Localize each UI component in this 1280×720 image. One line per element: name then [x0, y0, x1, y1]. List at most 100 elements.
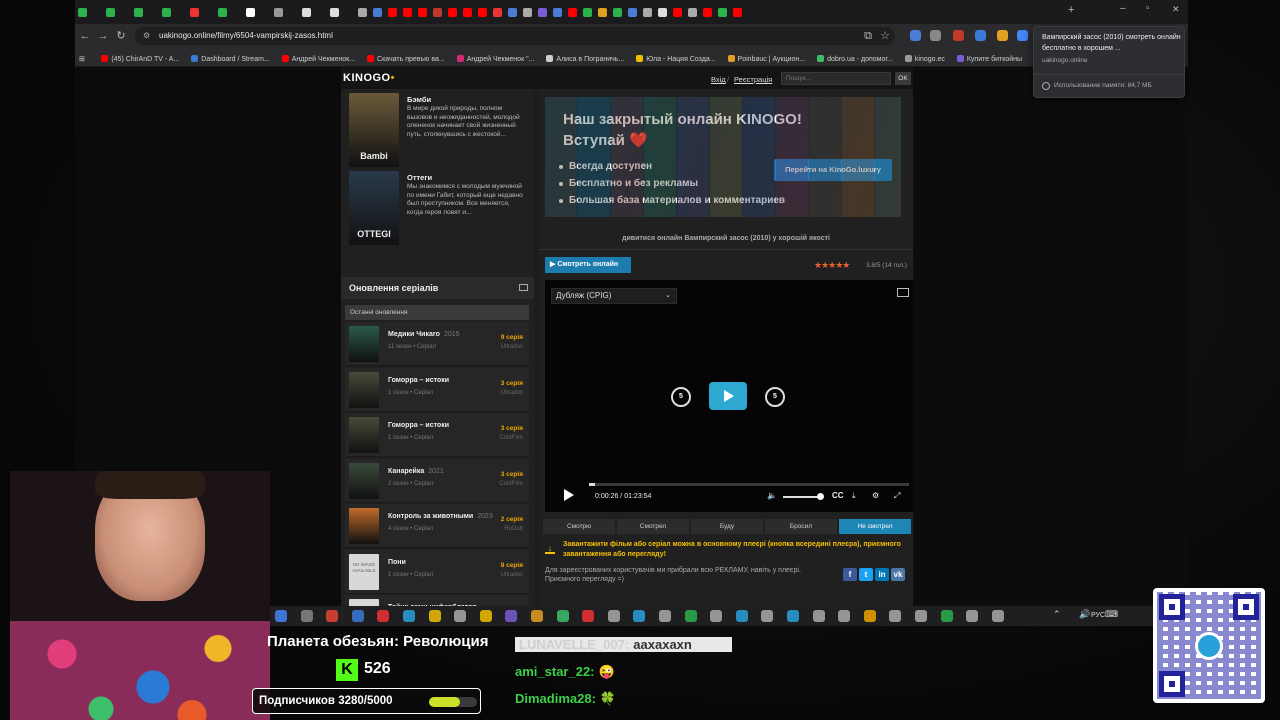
close-window-icon[interactable]: ✕ — [1172, 4, 1180, 15]
watch-status-button[interactable]: Бросил — [765, 519, 837, 534]
browser-tab-icon[interactable] — [733, 8, 742, 17]
featured-movie-card[interactable]: OTTEGI Оттеги Мы знакомимся с молодым мужч… — [349, 171, 529, 247]
taskbar-app-icon[interactable] — [966, 610, 979, 622]
extension-icon[interactable] — [997, 30, 1008, 41]
series-row[interactable]: NO IMAGE AVAILABLE Пони 1 сезон • Серіал 8 … — [345, 549, 529, 594]
browser-tab-icon[interactable] — [523, 8, 532, 17]
bookmark-item[interactable]: Алиса в Пограничь... — [546, 50, 624, 66]
back-icon[interactable]: ← — [77, 28, 93, 44]
taskbar-app-icon[interactable] — [479, 610, 492, 622]
login-link[interactable]: Вхід — [711, 75, 726, 84]
extension-icon[interactable] — [910, 30, 921, 41]
share-vk-icon[interactable]: vk — [891, 568, 905, 581]
series-name[interactable]: Канарейка 2021 — [388, 468, 444, 475]
browser-tab-icon[interactable] — [330, 8, 339, 17]
taskbar-app-icon[interactable] — [351, 610, 364, 622]
bookmark-item[interactable]: dobro.ua - допомог... — [817, 50, 893, 66]
series-name[interactable]: Гоморра – истоки — [388, 377, 449, 384]
maximize-icon[interactable]: ▫ — [1146, 3, 1150, 14]
series-row[interactable]: Гоморра – истоки 1 сезон • Серіал 3 серія U… — [345, 367, 529, 412]
watch-status-button[interactable]: Буду — [691, 519, 763, 534]
bookmark-item[interactable]: Dashboard / Stream... — [191, 50, 270, 66]
watch-online-button[interactable]: ▶ Смотреть онлайн — [545, 257, 631, 273]
taskbar-app-icon[interactable] — [275, 610, 287, 622]
series-poster[interactable] — [349, 508, 379, 544]
browser-tab-icon[interactable] — [628, 8, 637, 17]
bookmark-item[interactable]: kinogo.ec — [904, 50, 945, 66]
series-poster[interactable]: NO IMAGE AVAILABLE — [349, 599, 379, 606]
tray-volume-icon[interactable]: 🔊 — [1079, 609, 1090, 620]
taskbar-app-icon[interactable] — [403, 610, 415, 622]
tray-expand-icon[interactable]: ⌃ — [1053, 609, 1061, 620]
series-poster[interactable] — [349, 371, 379, 408]
share-in-icon[interactable]: in — [875, 568, 889, 581]
series-name[interactable]: Пони — [388, 559, 406, 566]
taskbar-app-icon[interactable] — [838, 610, 851, 622]
dub-select[interactable]: Дубляж (СРІG) ⌄ — [551, 288, 677, 304]
browser-tab-icon[interactable] — [358, 8, 367, 17]
video-player[interactable]: Дубляж (СРІG) ⌄ 5 5 0:00:26 / 01:23:54 🔈 — [545, 280, 913, 512]
taskbar-app-icon[interactable] — [915, 610, 927, 622]
watch-status-button[interactable]: Не смотрел — [839, 519, 911, 534]
taskbar-app-icon[interactable] — [377, 610, 390, 622]
minimize-icon[interactable]: – — [1120, 3, 1126, 14]
extension-icon[interactable] — [975, 30, 986, 41]
tab-strip[interactable]: + – ▫ ✕ — [75, 0, 1188, 24]
browser-tab-icon[interactable] — [134, 8, 143, 17]
taskbar-app-icon[interactable] — [889, 610, 902, 622]
site-info-icon[interactable]: ⚙ — [143, 27, 150, 45]
skip-back-button[interactable]: 5 — [671, 387, 691, 407]
big-play-button[interactable] — [709, 382, 747, 410]
browser-tab-icon[interactable] — [106, 8, 115, 17]
taskbar-app-icon[interactable] — [556, 610, 569, 622]
taskbar-app-icon[interactable] — [531, 610, 543, 622]
browser-tab-icon[interactable] — [598, 8, 607, 17]
tray-keyboard-icon[interactable]: ⌨ — [1105, 609, 1118, 620]
browser-tab-icon[interactable] — [538, 8, 547, 17]
taskbar-app-icon[interactable] — [633, 610, 646, 622]
browser-tab-icon[interactable] — [373, 8, 382, 17]
series-poster[interactable] — [349, 326, 379, 362]
series-name[interactable]: Гоморра – истоки — [388, 422, 449, 429]
taskbar-app-icon[interactable] — [659, 610, 671, 622]
browser-tab-icon[interactable] — [403, 8, 412, 17]
bookmark-item[interactable]: Poinbauc | Аукцион... — [727, 50, 805, 66]
download-icon[interactable]: ⤓ — [852, 491, 856, 501]
register-link[interactable]: Реєстрація — [734, 75, 772, 84]
browser-tab-icon[interactable] — [274, 8, 283, 17]
browser-tab-icon[interactable] — [302, 8, 311, 17]
series-row[interactable]: NO IMAGE AVAILABLEТайна семи циферблатов… — [345, 595, 529, 606]
browser-tab-icon[interactable] — [78, 8, 87, 17]
extension-icon[interactable] — [930, 30, 941, 41]
browser-tab-icon[interactable] — [388, 8, 397, 17]
series-name[interactable]: Медики Чикаго 2015 — [388, 331, 460, 338]
taskbar-app-icon[interactable] — [812, 610, 825, 622]
bookmark-item[interactable]: Купите биткойны — [956, 50, 1022, 66]
browser-tab-icon[interactable] — [493, 8, 502, 17]
promo-banner[interactable]: Наш закрытый онлайн KINOGO! Вступай ❤️ В… — [545, 97, 901, 217]
bookmark-item[interactable]: Скачать превью ва... — [367, 50, 445, 66]
browser-tab-icon[interactable] — [718, 8, 727, 17]
series-row[interactable]: Гоморра – истоки 1 сезон • Серіал 3 серія C… — [345, 413, 529, 457]
taskbar-app-icon[interactable] — [710, 610, 723, 622]
forward-icon[interactable]: → — [95, 28, 111, 44]
movie-title[interactable]: Бэмби — [407, 95, 431, 104]
browser-tab-icon[interactable] — [448, 8, 457, 17]
browser-tab-icon[interactable] — [673, 8, 682, 17]
skip-forward-button[interactable]: 5 — [765, 387, 785, 407]
play-icon[interactable] — [564, 489, 574, 501]
browser-tab-icon[interactable] — [508, 8, 517, 17]
browser-tab-icon[interactable] — [218, 8, 227, 17]
bookmark-item[interactable]: Андрей Чекменок "... — [456, 50, 534, 66]
browser-tab-icon[interactable] — [463, 8, 472, 17]
reload-icon[interactable]: ↻ — [113, 28, 129, 44]
settings-gear-icon[interactable]: ⚙ — [872, 491, 879, 500]
movie-poster[interactable]: Bambi — [349, 93, 399, 167]
share-t-icon[interactable]: t — [859, 568, 873, 581]
taskbar-app-icon[interactable] — [454, 610, 467, 622]
fullscreen-icon[interactable]: ⤢ — [894, 491, 900, 501]
taskbar-app-icon[interactable] — [505, 610, 518, 622]
rss-icon[interactable] — [519, 284, 528, 291]
browser-tab-icon[interactable] — [553, 8, 562, 17]
url-input[interactable]: ⚙ uakinogo.online/filmy/6504-vampirskij-… — [135, 27, 895, 45]
